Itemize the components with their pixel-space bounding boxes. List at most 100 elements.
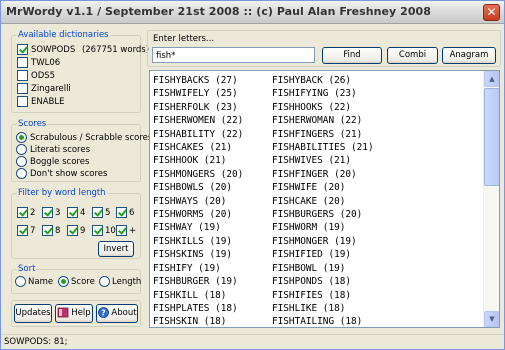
radio-sort-name[interactable] — [15, 276, 26, 287]
result-item[interactable]: FISHFINGERS (21) — [272, 128, 374, 141]
invert-button[interactable]: Invert — [98, 241, 134, 257]
radio-boggle[interactable] — [16, 156, 27, 167]
sort-option-name[interactable]: Name — [15, 276, 53, 287]
result-item[interactable]: FISHIFIES (18) — [272, 289, 374, 302]
scores-group: Scores Scrabulous / Scrabble scores Lite… — [11, 119, 152, 182]
result-item[interactable]: FISHWORMS (20) — [153, 208, 243, 221]
result-item[interactable]: FISHWAYS (20) — [153, 195, 243, 208]
checkbox-length-5[interactable] — [92, 207, 103, 218]
length-5[interactable]: 5 — [92, 207, 110, 218]
result-item[interactable]: FISHIFIED (19) — [272, 248, 374, 261]
checkbox-length-7[interactable] — [17, 225, 28, 236]
result-item[interactable]: FISHYBACKS (27) — [153, 74, 243, 87]
result-item[interactable]: FISHERWOMEN (22) — [153, 114, 243, 127]
radio-no-scores[interactable] — [16, 168, 27, 179]
dictionary-sowpods[interactable]: SOWPODS (267751 words) — [17, 44, 149, 55]
checkbox-ods5[interactable] — [17, 70, 28, 81]
scroll-up-icon[interactable]: ▲ — [484, 71, 499, 87]
help-button[interactable]: Help — [55, 304, 93, 323]
score-option-boggle[interactable]: Boggle scores — [16, 156, 89, 167]
radio-sort-score[interactable] — [58, 276, 69, 287]
result-item[interactable]: FISHCAKE (20) — [272, 195, 374, 208]
radio-literati[interactable] — [16, 144, 27, 155]
sort-option-length[interactable]: Length — [99, 276, 141, 287]
result-item[interactable]: FISHHOOK (21) — [153, 154, 243, 167]
result-item[interactable]: FISHBOWLS (20) — [153, 181, 243, 194]
length-plus[interactable]: + — [116, 225, 136, 236]
result-item[interactable]: FISHCAKES (21) — [153, 141, 243, 154]
result-item[interactable]: FISHWIFE (20) — [272, 181, 374, 194]
dictionary-ods5[interactable]: ODS5 — [17, 70, 55, 81]
length-7[interactable]: 7 — [17, 225, 35, 236]
find-button[interactable]: Find — [322, 47, 382, 64]
result-item[interactable]: FISHABILITY (22) — [153, 128, 243, 141]
about-button[interactable]: ? About — [96, 304, 138, 323]
result-item[interactable]: FISHBOWL (19) — [272, 262, 374, 275]
checkbox-sowpods[interactable] — [17, 44, 28, 55]
result-item[interactable]: FISHWAY (19) — [153, 221, 243, 234]
result-item[interactable]: FISHERFOLK (23) — [153, 101, 243, 114]
sort-option-score[interactable]: Score — [58, 276, 95, 287]
result-item[interactable]: FISHHOOKS (22) — [272, 101, 374, 114]
results-list[interactable]: FISHYBACKS (27) FISHWIFELY (25) FISHERFOLK… — [149, 70, 500, 328]
length-3[interactable]: 3 — [42, 207, 60, 218]
length-8[interactable]: 8 — [42, 225, 60, 236]
about-button-label: About — [111, 308, 137, 318]
result-item[interactable]: FISHWORM (19) — [272, 221, 374, 234]
result-item[interactable]: FISHWIVES (21) — [272, 154, 374, 167]
result-item[interactable]: FISHERWOMAN (22) — [272, 114, 374, 127]
dictionary-enable[interactable]: ENABLE — [17, 96, 64, 107]
checkbox-length-8[interactable] — [42, 225, 53, 236]
radio-sort-length[interactable] — [99, 276, 110, 287]
result-item[interactable]: FISHYBACK (26) — [272, 74, 374, 87]
length-4[interactable]: 4 — [67, 207, 85, 218]
result-item[interactable]: FISHSKINS (19) — [153, 248, 243, 261]
result-item[interactable]: FISHIFY (19) — [153, 262, 243, 275]
dictionary-twl06[interactable]: TWL06 — [17, 57, 60, 68]
result-item[interactable]: FISHPONDS (18) — [272, 275, 374, 288]
result-item[interactable]: FISHMONGER (19) — [272, 235, 374, 248]
checkbox-length-3[interactable] — [42, 207, 53, 218]
result-item[interactable]: FISHABILITIES (21) — [272, 141, 374, 154]
result-item[interactable]: FISHTAILING (18) — [272, 315, 374, 327]
word-length-group: Filter by word length 2 3 4 5 6 7 8 9 10… — [11, 188, 141, 259]
result-item[interactable]: FISHBURGERS (20) — [272, 208, 374, 221]
length-6[interactable]: 6 — [116, 207, 134, 218]
combi-button[interactable]: Combi — [387, 47, 438, 64]
scroll-down-icon[interactable]: ▼ — [484, 311, 499, 327]
checkbox-length-6[interactable] — [116, 207, 127, 218]
result-item[interactable]: FISHBURGER (19) — [153, 275, 243, 288]
result-item[interactable]: FISHKILL (18) — [153, 289, 243, 302]
checkbox-zingarelli[interactable] — [17, 83, 28, 94]
dictionary-zingarelli[interactable]: Zingarelli — [17, 83, 71, 94]
length-9[interactable]: 9 — [67, 225, 85, 236]
checkbox-length-9[interactable] — [67, 225, 78, 236]
checkbox-enable[interactable] — [17, 96, 28, 107]
checkbox-twl06[interactable] — [17, 57, 28, 68]
result-item[interactable]: FISHLIKE (18) — [272, 302, 374, 315]
length-10[interactable]: 10 — [92, 225, 116, 236]
search-input[interactable]: fish* — [152, 47, 315, 63]
length-2[interactable]: 2 — [17, 207, 35, 218]
checkbox-length-plus[interactable] — [116, 225, 127, 236]
checkbox-length-4[interactable] — [67, 207, 78, 218]
checkbox-length-10[interactable] — [92, 225, 103, 236]
result-item[interactable]: FISHPLATES (18) — [153, 302, 243, 315]
result-item[interactable]: FISHKILLS (19) — [153, 235, 243, 248]
scroll-thumb[interactable] — [484, 88, 499, 186]
close-icon[interactable]: ✕ — [483, 4, 500, 21]
updates-button[interactable]: Updates — [14, 304, 52, 323]
title-bar[interactable]: MrWordy v1.1 / September 21st 2008 :: (c… — [1, 1, 504, 24]
result-item[interactable]: FISHIFYING (23) — [272, 87, 374, 100]
score-option-none[interactable]: Don't show scores — [16, 168, 107, 179]
result-item[interactable]: FISHWIFELY (25) — [153, 87, 243, 100]
radio-scrabble[interactable] — [16, 132, 27, 143]
result-item[interactable]: FISHFINGER (20) — [272, 168, 374, 181]
anagram-button[interactable]: Anagram — [442, 47, 496, 64]
results-scrollbar[interactable]: ▲ ▼ — [483, 71, 499, 327]
score-option-literati[interactable]: Literati scores — [16, 144, 90, 155]
score-option-scrabble[interactable]: Scrabulous / Scrabble scores — [16, 132, 152, 143]
checkbox-length-2[interactable] — [17, 207, 28, 218]
result-item[interactable]: FISHMONGERS (20) — [153, 168, 243, 181]
result-item[interactable]: FISHSKIN (18) — [153, 315, 243, 327]
